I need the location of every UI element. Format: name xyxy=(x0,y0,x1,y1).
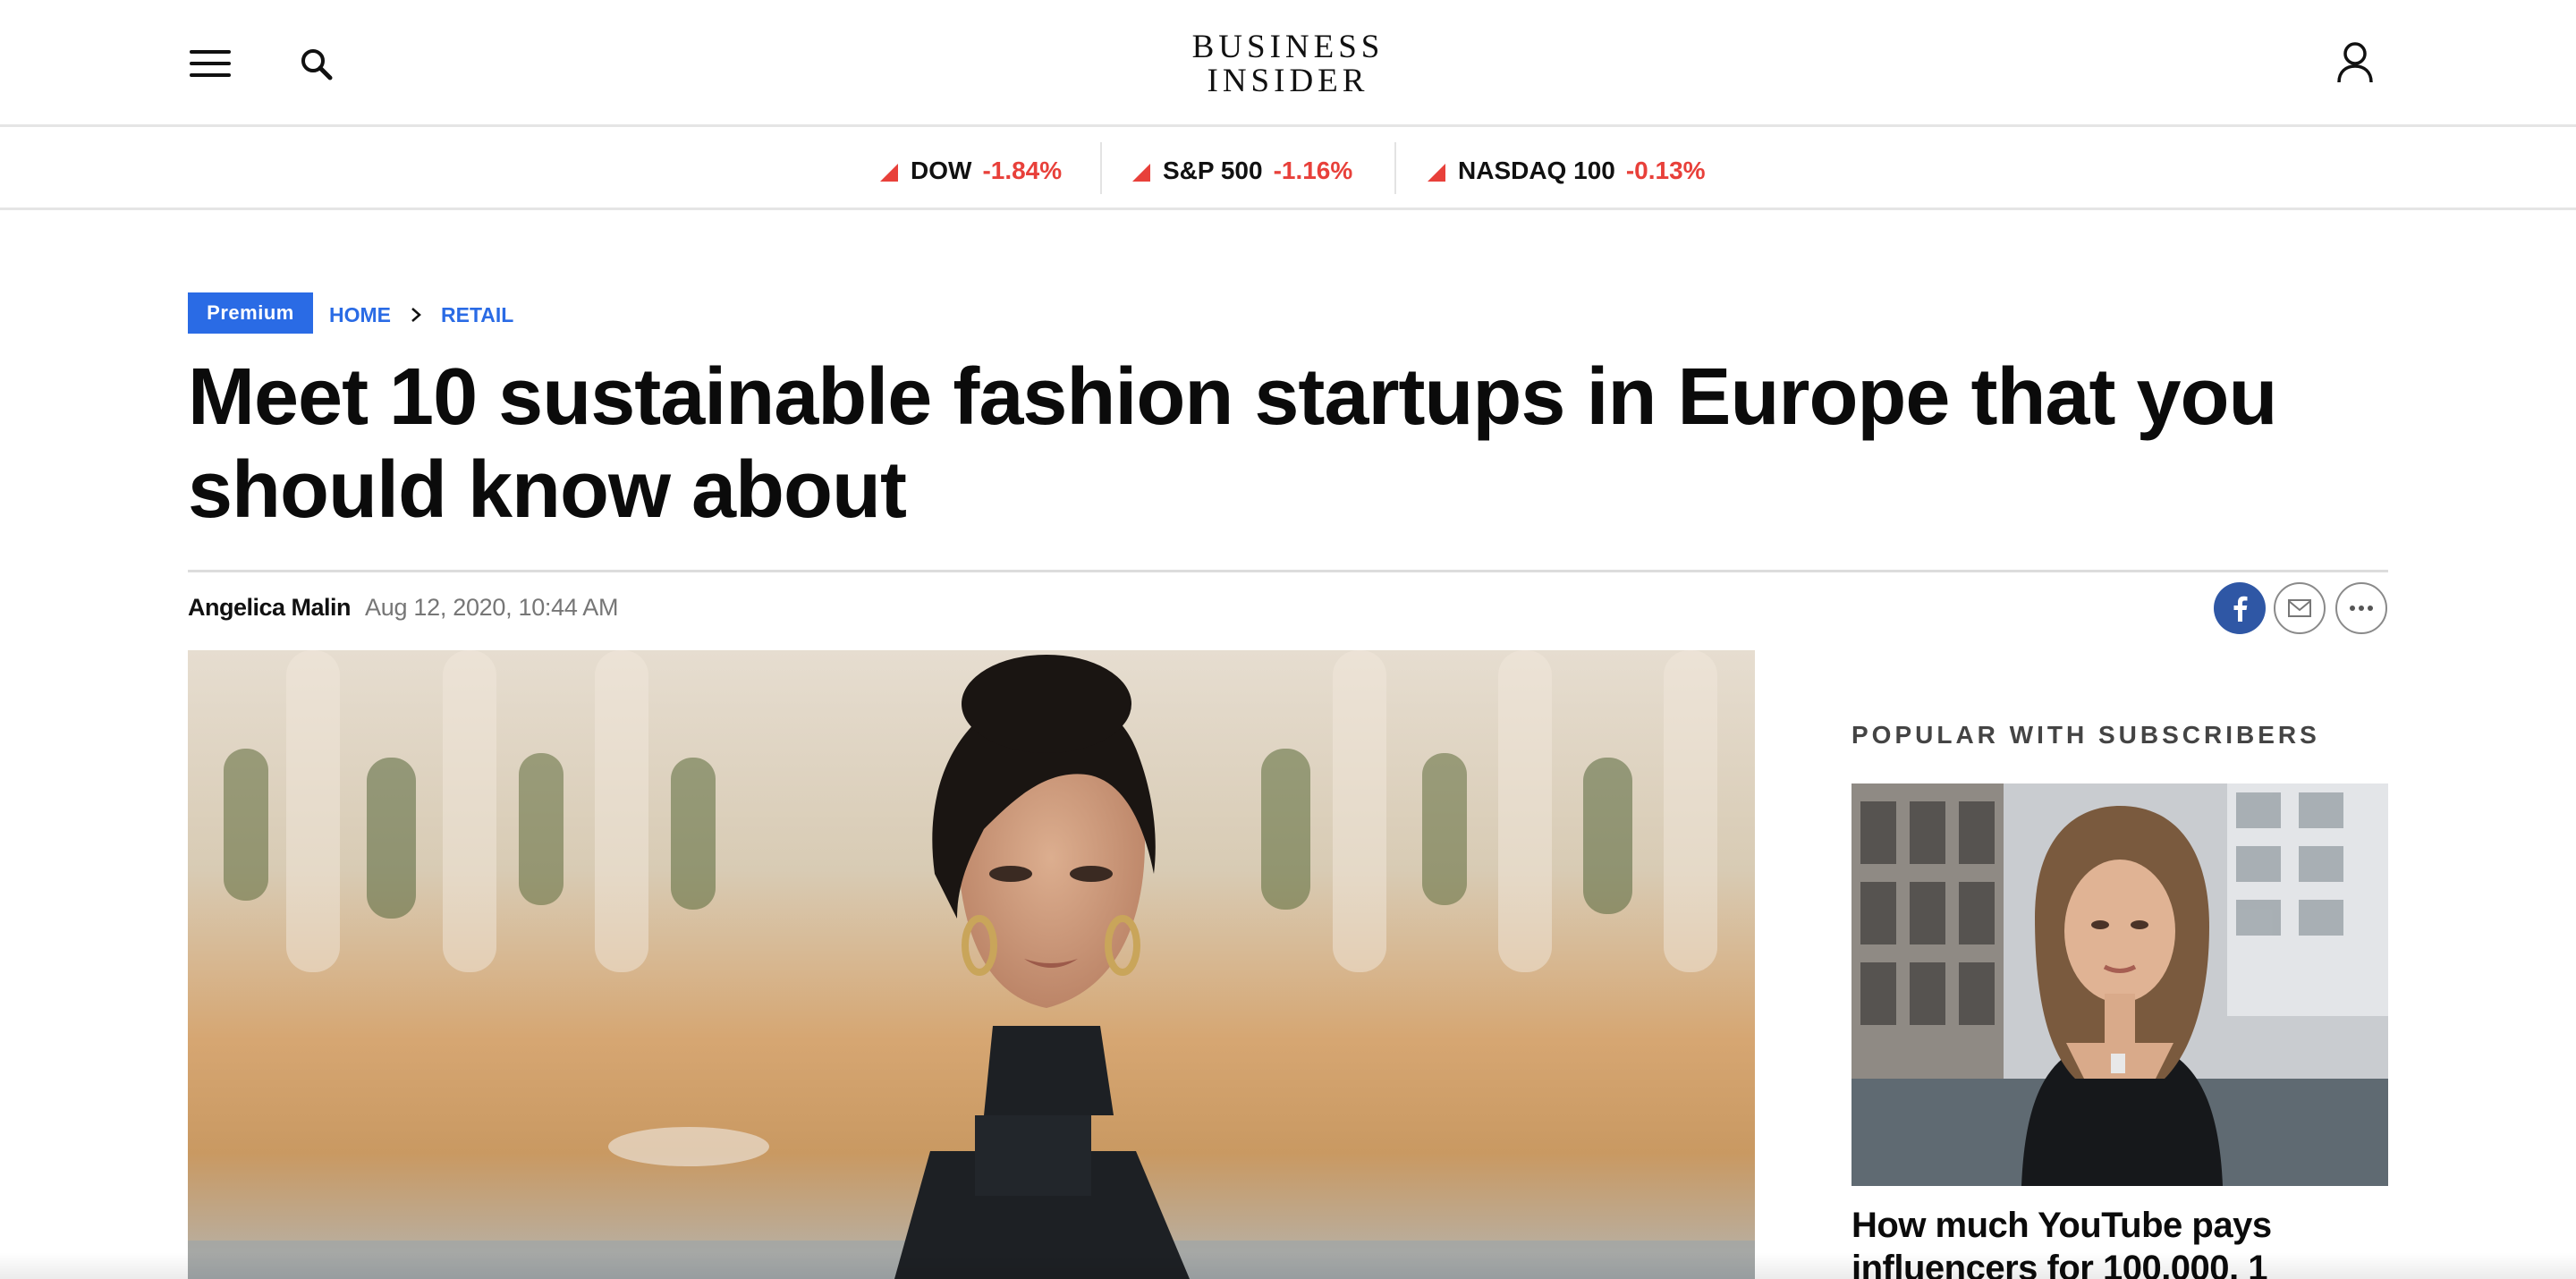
breadcrumb-home-link[interactable]: HOME xyxy=(329,303,391,327)
ticker-change: -0.13% xyxy=(1625,157,1706,184)
facebook-share-button[interactable] xyxy=(2214,582,2266,634)
ticker-divider xyxy=(1394,142,1396,194)
ticker-item-dow[interactable]: DOW -1.84% xyxy=(880,153,1062,189)
logo-line-2: INSIDER xyxy=(1207,63,1369,99)
ticker-change: -1.16% xyxy=(1273,157,1353,184)
search-icon[interactable] xyxy=(299,47,335,82)
down-arrow-icon xyxy=(1428,164,1445,182)
sidebar-story-image[interactable] xyxy=(1852,783,2388,1186)
byline: Angelica Malin Aug 12, 2020, 10:44 AM xyxy=(188,590,618,624)
market-ticker: DOW -1.84% S&P 500 -1.16% NASDAQ 100 -0.… xyxy=(0,130,2576,210)
facebook-icon xyxy=(2233,596,2248,622)
premium-badge: Premium xyxy=(188,292,313,334)
ticker-item-nasdaq[interactable]: NASDAQ 100 -0.13% xyxy=(1428,153,1706,189)
more-icon xyxy=(2350,606,2373,611)
down-arrow-icon xyxy=(1132,164,1150,182)
user-icon[interactable] xyxy=(2336,41,2374,84)
sidebar-section-title: POPULAR WITH SUBSCRIBERS xyxy=(1852,721,2320,749)
article-headline: Meet 10 sustainable fashion startups in … xyxy=(188,351,2406,537)
ticker-item-sp500[interactable]: S&P 500 -1.16% xyxy=(1132,153,1352,189)
more-share-options-button[interactable] xyxy=(2335,582,2387,634)
page: BUSINESS INSIDER DOW -1.84% S&P 500 -1.1… xyxy=(0,0,2576,1279)
ticker-name: DOW xyxy=(911,157,972,184)
divider xyxy=(188,570,2388,572)
ticker-name: S&P 500 xyxy=(1163,157,1263,184)
breadcrumb: HOME RETAIL xyxy=(329,301,513,328)
bottom-fade xyxy=(0,1252,2576,1279)
chevron-right-icon xyxy=(407,306,425,324)
headline-line-1: Meet 10 sustainable fashion startups in … xyxy=(188,352,2277,442)
down-arrow-icon xyxy=(880,164,898,182)
ticker-change: -1.84% xyxy=(982,157,1063,184)
headline-line-2: should know about xyxy=(188,445,907,535)
hamburger-menu-icon[interactable] xyxy=(190,48,233,79)
hero-image xyxy=(188,650,1755,1279)
site-header: BUSINESS INSIDER xyxy=(0,0,2576,127)
email-share-button[interactable] xyxy=(2274,582,2326,634)
ticker-divider xyxy=(1100,142,1102,194)
logo-line-1: BUSINESS xyxy=(1191,29,1385,65)
ticker-name: NASDAQ 100 xyxy=(1458,157,1615,184)
site-logo[interactable]: BUSINESS INSIDER xyxy=(1154,30,1422,98)
author-link[interactable]: Angelica Malin xyxy=(188,594,352,622)
email-icon xyxy=(2288,599,2311,617)
publish-date: Aug 12, 2020, 10:44 AM xyxy=(365,593,619,621)
breadcrumb-retail-link[interactable]: RETAIL xyxy=(441,303,513,327)
